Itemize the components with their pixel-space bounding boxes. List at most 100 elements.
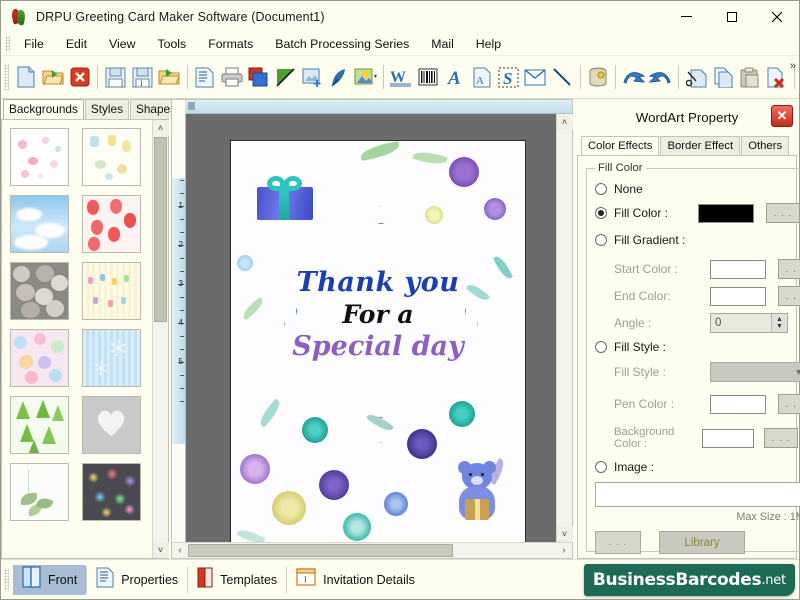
menu-formats[interactable]: Formats bbox=[197, 34, 264, 54]
minimize-button[interactable] bbox=[664, 1, 709, 32]
card-viewport[interactable]: Thank you For a Special day bbox=[186, 114, 556, 542]
tab-others[interactable]: Others bbox=[741, 136, 790, 155]
thumb-white-green-leaves[interactable] bbox=[10, 463, 69, 521]
maximize-button[interactable] bbox=[709, 1, 754, 32]
fill-none-radio[interactable] bbox=[595, 183, 607, 195]
text-box-icon[interactable]: A bbox=[469, 62, 494, 92]
fill-gradient-radio[interactable] bbox=[595, 234, 607, 246]
thumb-baby-pastel-items[interactable] bbox=[81, 128, 141, 186]
thumb-strawberries[interactable] bbox=[81, 195, 141, 253]
statusbar-item-invitation-details[interactable]: I Invitation Details bbox=[287, 565, 424, 595]
image-radio[interactable] bbox=[595, 461, 607, 473]
picture-shape-icon[interactable] bbox=[353, 62, 378, 92]
undo-icon[interactable] bbox=[621, 62, 646, 92]
tab-backgrounds[interactable]: Backgrounds bbox=[3, 99, 84, 119]
pen-color-browse-button[interactable]: . . . bbox=[778, 394, 800, 414]
fill-color-row[interactable]: Fill Color : . . . bbox=[595, 203, 800, 223]
canvas-scroll-left-button[interactable]: ‹ bbox=[172, 543, 188, 558]
close-document-icon[interactable] bbox=[67, 62, 92, 92]
canvas-vertical-scrollbar[interactable]: ˄ ˅ bbox=[556, 114, 573, 542]
scroll-up-button[interactable]: ˄ bbox=[152, 120, 169, 136]
angle-stepper-arrows[interactable]: ▲ ▼ bbox=[771, 314, 787, 332]
statusbar-item-front[interactable]: Front bbox=[13, 564, 87, 595]
fill-style-radio[interactable] bbox=[595, 341, 607, 353]
menu-batch-processing-series[interactable]: Batch Processing Series bbox=[264, 34, 420, 54]
canvas-hscrollbar-track[interactable] bbox=[188, 543, 556, 558]
end-color-browse-button[interactable]: . . . bbox=[778, 286, 800, 306]
menu-grip-handle[interactable] bbox=[5, 35, 10, 52]
toolbar-grip-handle[interactable] bbox=[4, 64, 9, 90]
thumb-white-flower-heart[interactable] bbox=[81, 396, 141, 454]
scrollbar-thumb[interactable] bbox=[154, 137, 167, 322]
image-path-input[interactable] bbox=[595, 482, 800, 507]
new-document-icon[interactable] bbox=[14, 62, 39, 92]
text-bold-icon[interactable]: A bbox=[443, 62, 468, 92]
line-tool-icon[interactable] bbox=[550, 62, 575, 92]
background-color-swatch[interactable] bbox=[702, 428, 754, 448]
library-button[interactable]: Library bbox=[659, 531, 745, 554]
canvas-scroll-right-button[interactable]: › bbox=[556, 543, 572, 558]
fill-color-radio[interactable] bbox=[595, 207, 607, 219]
tab-color-effects[interactable]: Color Effects bbox=[581, 136, 660, 155]
insert-image-icon[interactable] bbox=[300, 62, 325, 92]
angle-value[interactable]: 0 bbox=[711, 317, 771, 329]
database-icon[interactable] bbox=[586, 62, 611, 92]
statusbar-item-templates[interactable]: Templates bbox=[188, 565, 286, 595]
redo-icon[interactable] bbox=[648, 62, 673, 92]
thumb-fireworks-dark[interactable] bbox=[81, 463, 141, 521]
background-color-browse-button[interactable]: . . . bbox=[764, 428, 798, 448]
pen-tool-icon[interactable] bbox=[273, 62, 298, 92]
wordart-icon[interactable]: W bbox=[389, 62, 414, 92]
save-as-icon[interactable]: I bbox=[130, 62, 155, 92]
start-color-browse-button[interactable]: . . . bbox=[778, 259, 800, 279]
copy-icon[interactable] bbox=[711, 62, 736, 92]
fill-gradient-row[interactable]: Fill Gradient : bbox=[595, 233, 800, 247]
barcode-icon[interactable] bbox=[416, 62, 441, 92]
thumb-party-banner-cream[interactable] bbox=[81, 262, 141, 320]
menu-file[interactable]: File bbox=[13, 34, 55, 54]
close-window-button[interactable] bbox=[754, 1, 799, 32]
thumb-baby-pink-doodles[interactable] bbox=[10, 128, 69, 186]
statusbar-item-properties[interactable]: Properties bbox=[87, 565, 187, 595]
thumb-blue-sky-clouds[interactable] bbox=[10, 195, 69, 253]
menu-mail[interactable]: Mail bbox=[420, 34, 465, 54]
wordart-s-icon[interactable]: S bbox=[496, 62, 521, 92]
fill-color-swatch[interactable] bbox=[698, 203, 754, 223]
thumb-pastel-flowers[interactable] bbox=[10, 329, 69, 387]
start-color-swatch[interactable] bbox=[710, 259, 766, 279]
end-color-swatch[interactable] bbox=[710, 286, 766, 306]
quill-icon[interactable] bbox=[326, 62, 351, 92]
envelope-icon[interactable] bbox=[523, 62, 548, 92]
export-folder-icon[interactable] bbox=[157, 62, 182, 92]
fill-style-dropdown[interactable]: ▼ bbox=[710, 362, 800, 382]
paste-icon[interactable] bbox=[737, 62, 762, 92]
toolbar-overflow-button[interactable]: » bbox=[790, 60, 796, 72]
canvas-scroll-down-button[interactable]: ˅ bbox=[556, 526, 573, 542]
thumb-grey-stones[interactable] bbox=[10, 262, 69, 320]
menu-edit[interactable]: Edit bbox=[55, 34, 98, 54]
fill-none-row[interactable]: None bbox=[595, 182, 800, 196]
statusbar-grip-handle[interactable] bbox=[4, 568, 9, 591]
tab-styles[interactable]: Styles bbox=[84, 99, 129, 119]
print-icon[interactable] bbox=[219, 62, 244, 92]
angle-spinner[interactable]: 0 ▲ ▼ bbox=[710, 313, 788, 333]
scroll-down-button[interactable]: ˅ bbox=[152, 542, 169, 558]
cut-icon[interactable] bbox=[684, 62, 709, 92]
thumb-blue-snowflakes[interactable] bbox=[81, 329, 141, 387]
fill-style-radio-row[interactable]: Fill Style : bbox=[595, 340, 800, 354]
save-icon[interactable] bbox=[103, 62, 128, 92]
open-folder-icon[interactable] bbox=[41, 62, 66, 92]
tab-border-effect[interactable]: Border Effect bbox=[660, 136, 741, 155]
image-radio-row[interactable]: Image : bbox=[595, 460, 800, 474]
menu-view[interactable]: View bbox=[98, 34, 146, 54]
thumb-green-christmas-trees[interactable] bbox=[10, 396, 69, 454]
canvas-hscrollbar-thumb[interactable] bbox=[188, 544, 453, 557]
background-list-scrollbar[interactable]: ˄ ˅ bbox=[152, 120, 169, 558]
print-preview-icon[interactable] bbox=[192, 62, 217, 92]
layers-icon[interactable] bbox=[246, 62, 271, 92]
menu-help[interactable]: Help bbox=[465, 34, 512, 54]
close-panel-button[interactable]: ✕ bbox=[771, 105, 793, 127]
fill-color-browse-button[interactable]: . . . bbox=[766, 203, 800, 223]
canvas-horizontal-scrollbar[interactable]: ‹ › bbox=[172, 542, 572, 558]
pen-color-swatch[interactable] bbox=[710, 394, 766, 414]
